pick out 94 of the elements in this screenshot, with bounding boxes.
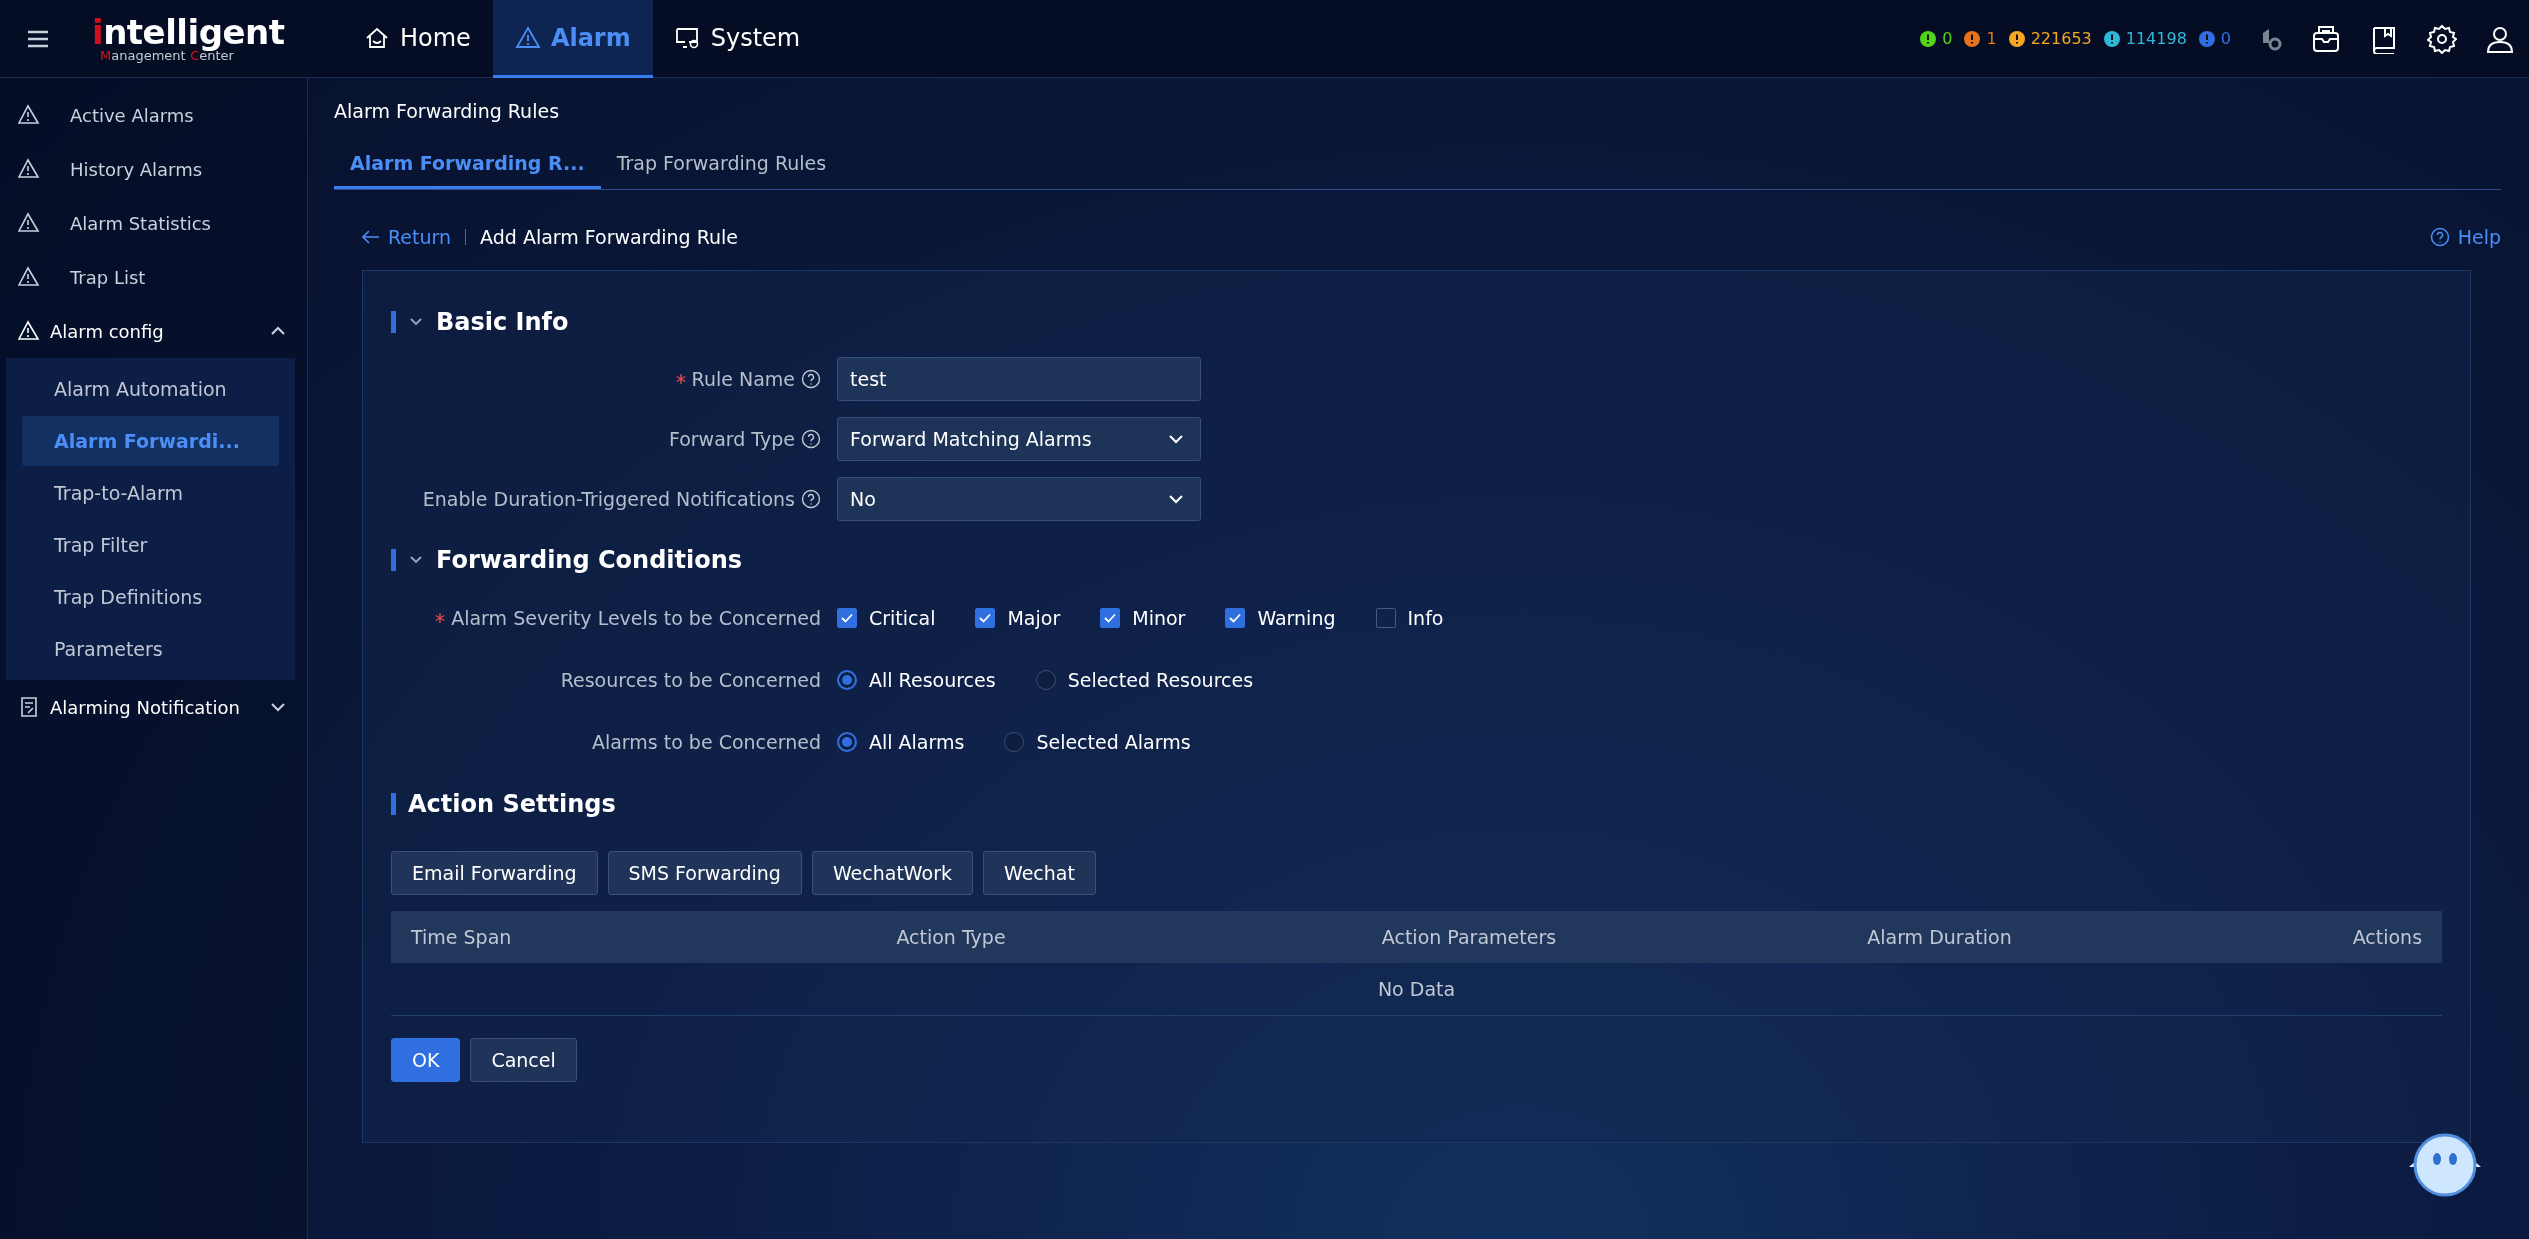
alarm-count[interactable]: 0 <box>1942 29 1953 48</box>
check-icon <box>841 613 853 623</box>
chevron-up-icon <box>269 325 287 337</box>
check-icon <box>979 613 992 623</box>
chevron-down-icon <box>269 701 287 713</box>
alarm-level-icon <box>1920 30 1937 47</box>
inbox-icon[interactable] <box>2311 23 2341 54</box>
field-label: Alarms to be Concerned <box>591 731 821 753</box>
monitor-icon <box>674 25 701 50</box>
nav-tab[interactable]: Alarm <box>492 0 653 78</box>
alarm-count[interactable]: 0 <box>2220 29 2231 48</box>
section-marker <box>391 793 396 815</box>
submenu-item[interactable]: Trap Definitions <box>22 572 279 622</box>
radio-option[interactable]: All Alarms <box>837 731 965 753</box>
alarm-level-icon <box>2008 30 2025 47</box>
chevron-down-icon[interactable] <box>408 554 424 566</box>
text-input[interactable]: test <box>837 357 1201 401</box>
submenu-item[interactable]: Parameters <box>22 624 279 674</box>
return-link[interactable]: Return <box>362 226 452 248</box>
settings-icon[interactable] <box>2427 23 2457 54</box>
field-label: Enable Duration-Triggered Notifications <box>422 488 795 510</box>
severity-checkbox[interactable]: Minor <box>1100 607 1186 629</box>
field-label: Alarm Severity Levels to be Concerned <box>451 607 821 629</box>
alarm-count[interactable]: 1 <box>1986 29 1997 48</box>
home-icon <box>364 25 390 50</box>
severity-checkbox[interactable]: Warning <box>1225 607 1336 629</box>
submenu-item[interactable]: Trap Filter <box>22 520 279 570</box>
severity-checkbox[interactable]: Info <box>1375 607 1444 629</box>
radio-option[interactable]: Selected Alarms <box>1004 731 1191 753</box>
logo: intelligent Management Center <box>92 15 286 62</box>
sidebar-item[interactable]: Alarm Statistics <box>0 196 307 250</box>
warning-icon <box>18 158 40 180</box>
action-button[interactable]: Email Forwarding <box>391 851 598 895</box>
warning-icon <box>18 266 40 288</box>
column-header: Action Type <box>896 926 1007 948</box>
alarm-count[interactable]: 114198 <box>2125 29 2187 48</box>
sidebar-item[interactable]: Trap List <box>0 250 307 304</box>
warning-icon <box>18 104 40 126</box>
tab[interactable]: Trap Forwarding Rules <box>600 142 843 189</box>
sidebar-group[interactable]: Alarming Notification <box>0 680 307 734</box>
column-header: Time Span <box>411 926 513 948</box>
alarm-count[interactable]: 221653 <box>2030 29 2092 48</box>
empty-message: No Data <box>1377 978 1456 1000</box>
action-button[interactable]: SMS Forwarding <box>607 851 802 895</box>
alarm-level-icon <box>1964 30 1981 47</box>
sidebar-group[interactable]: Alarm config <box>0 304 307 358</box>
action-button[interactable]: Wechat <box>982 851 1096 895</box>
help-link[interactable]: Help <box>2429 226 2501 248</box>
radio-option[interactable]: All Resources <box>837 669 996 691</box>
check-icon <box>1229 613 1242 623</box>
radio-option[interactable]: Selected Resources <box>1035 669 1254 691</box>
page-heading: Add Alarm Forwarding Rule <box>480 226 739 248</box>
help-icon[interactable] <box>801 429 821 449</box>
sidebar-item[interactable]: Active Alarms <box>0 88 307 142</box>
select-dropdown[interactable]: Forward Matching Alarms <box>837 417 1201 461</box>
warning-icon <box>514 25 541 50</box>
select-dropdown[interactable]: No <box>837 477 1201 521</box>
column-header: Actions <box>2352 926 2423 948</box>
section-title: Basic Info <box>436 308 569 336</box>
field-label: Forward Type <box>668 428 795 450</box>
column-header: Alarm Duration <box>1867 926 2013 948</box>
check-icon <box>1104 613 1117 623</box>
submenu-item[interactable]: Alarm Forwardi... <box>22 416 279 466</box>
warning-icon <box>18 320 40 342</box>
chevron-down-icon[interactable] <box>408 316 424 328</box>
document-icon <box>18 696 40 718</box>
chevron-down-icon <box>1168 434 1184 444</box>
help-icon[interactable] <box>801 489 821 509</box>
section-marker <box>391 549 396 571</box>
ok-button[interactable]: OK <box>391 1038 461 1082</box>
chevron-down-icon <box>1168 494 1184 504</box>
section-marker <box>391 311 396 333</box>
help-icon[interactable] <box>801 369 821 389</box>
severity-checkbox[interactable]: Major <box>975 607 1061 629</box>
section-title: Forwarding Conditions <box>436 546 743 574</box>
action-button[interactable]: WechatWork <box>811 851 973 895</box>
field-label: Rule Name <box>691 368 795 390</box>
sidebar-item[interactable]: History Alarms <box>0 142 307 196</box>
tab[interactable]: Alarm Forwarding R... <box>334 142 601 189</box>
alarm-level-icon <box>2103 30 2120 47</box>
warning-icon <box>18 212 40 234</box>
alarm-level-icon <box>2198 30 2215 47</box>
submenu-item[interactable]: Trap-to-Alarm <box>22 468 279 518</box>
back-arrow-icon <box>362 230 380 244</box>
nav-tab[interactable]: System <box>652 0 823 78</box>
cancel-button[interactable]: Cancel <box>470 1038 577 1082</box>
help-icon <box>2429 227 2450 247</box>
field-label: Resources to be Concerned <box>560 669 821 691</box>
page-title: Alarm Forwarding Rules <box>334 100 561 122</box>
column-header: Action Parameters <box>1381 926 1558 948</box>
severity-checkbox[interactable]: Critical <box>837 607 936 629</box>
nav-tab[interactable]: Home <box>342 0 493 78</box>
submenu-item[interactable]: Alarm Automation <box>22 364 279 414</box>
section-title: Action Settings <box>408 790 616 818</box>
